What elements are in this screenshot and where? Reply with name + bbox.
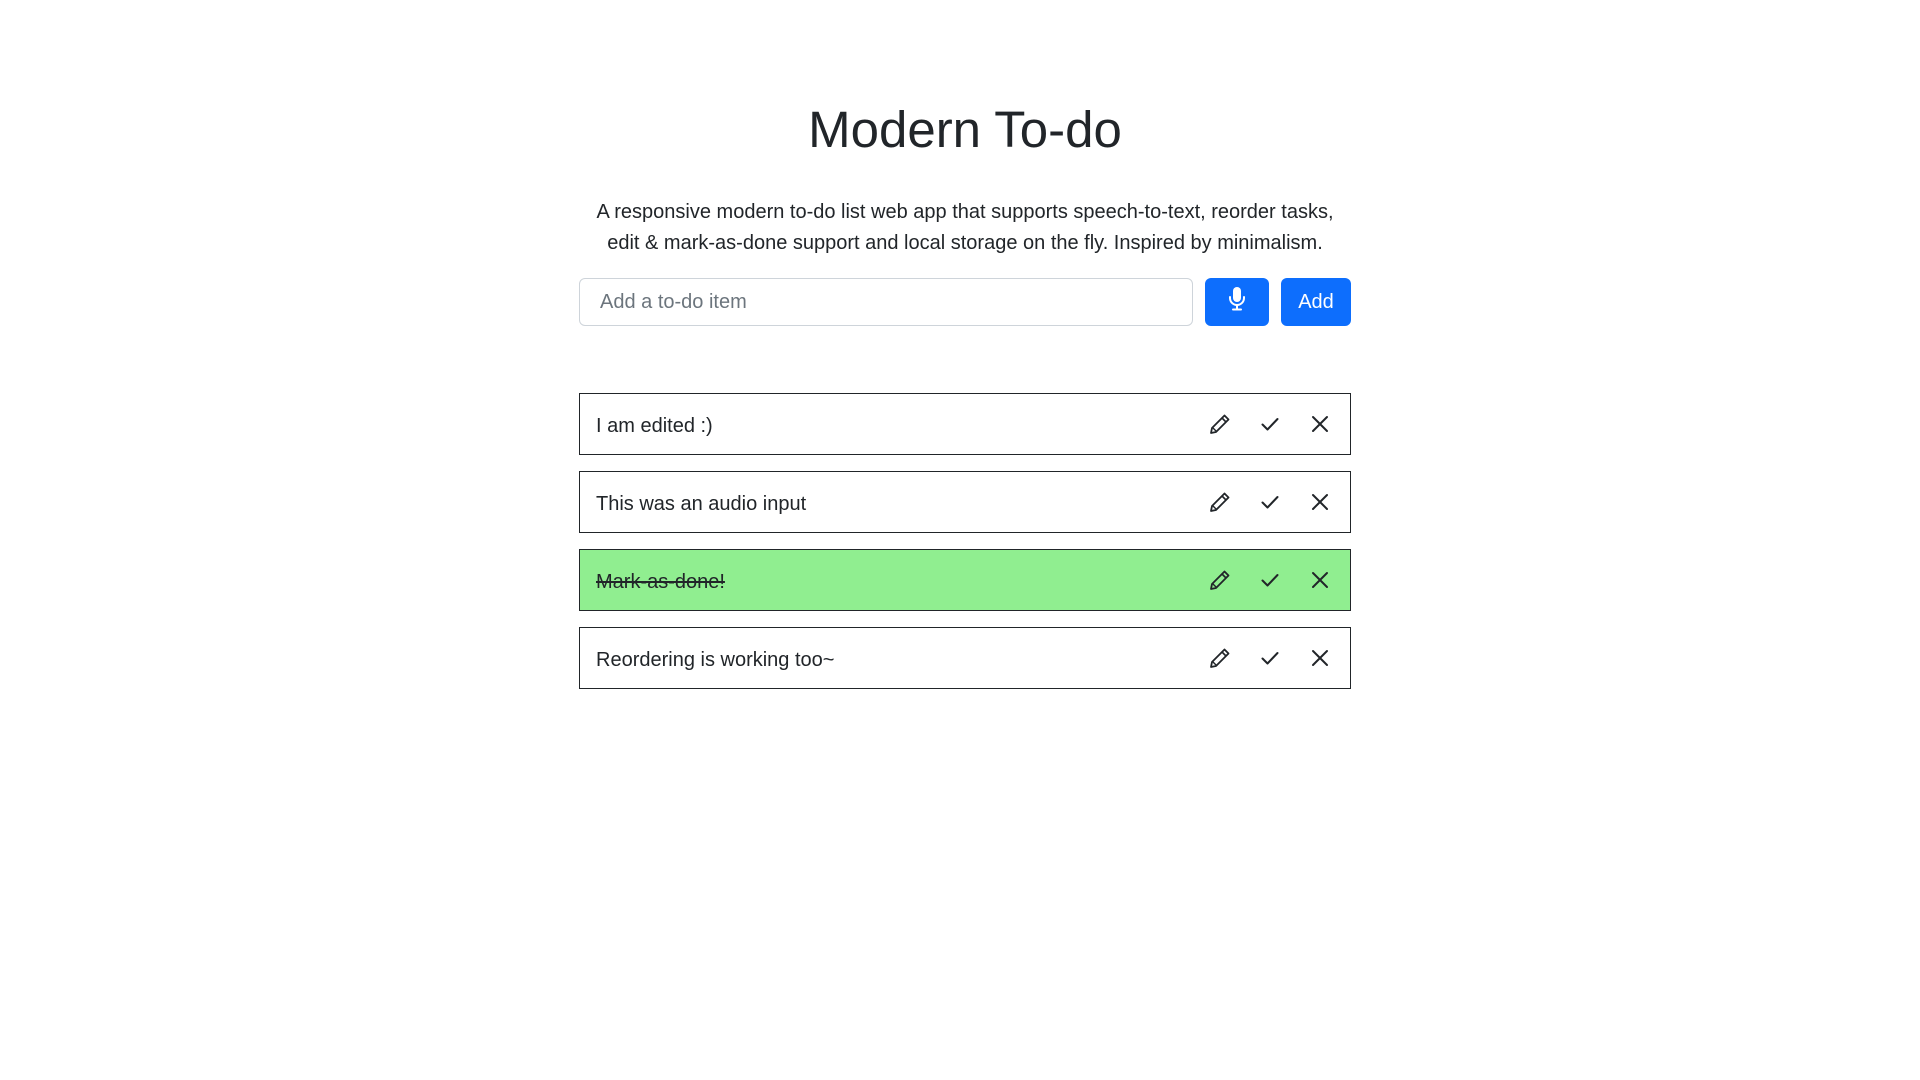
delete-button[interactable] xyxy=(1300,560,1340,600)
page-title: Modern To-do xyxy=(808,101,1122,158)
todo-list: I am edited :) This was an audio input M… xyxy=(579,393,1351,705)
edit-button[interactable] xyxy=(1200,560,1240,600)
todo-text: I am edited :) xyxy=(596,415,713,437)
pencil-icon xyxy=(1209,413,1231,435)
check-icon xyxy=(1260,414,1280,434)
todo-item-1[interactable]: I am edited :) xyxy=(579,393,1351,455)
todo-text: Reordering is working too~ xyxy=(596,649,835,671)
delete-button[interactable] xyxy=(1300,482,1340,522)
todo-text: This was an audio input xyxy=(596,493,807,515)
edit-button[interactable] xyxy=(1200,404,1240,444)
close-icon xyxy=(1311,493,1329,511)
delete-button[interactable] xyxy=(1300,404,1340,444)
todo-actions xyxy=(1200,472,1340,532)
todo-actions xyxy=(1200,394,1340,454)
close-icon xyxy=(1311,571,1329,589)
pencil-icon xyxy=(1209,569,1231,591)
todo-actions xyxy=(1200,628,1340,688)
mark-done-button[interactable] xyxy=(1250,560,1290,600)
check-icon xyxy=(1260,492,1280,512)
todo-actions xyxy=(1200,550,1340,610)
check-icon xyxy=(1260,648,1280,668)
check-icon xyxy=(1260,570,1280,590)
microphone-button[interactable] xyxy=(1205,278,1269,326)
add-todo-form: Add xyxy=(579,278,1351,326)
pencil-icon xyxy=(1209,647,1231,669)
close-icon xyxy=(1311,415,1329,433)
todo-item-2[interactable]: This was an audio input xyxy=(579,471,1351,533)
edit-button[interactable] xyxy=(1200,638,1240,678)
mark-done-button[interactable] xyxy=(1250,404,1290,444)
edit-button[interactable] xyxy=(1200,482,1240,522)
todo-input[interactable] xyxy=(579,278,1193,326)
mark-done-button[interactable] xyxy=(1250,482,1290,522)
todo-item-3[interactable]: Mark-as-done! xyxy=(579,549,1351,611)
close-icon xyxy=(1311,649,1329,667)
mark-done-button[interactable] xyxy=(1250,638,1290,678)
pencil-icon xyxy=(1209,491,1231,513)
delete-button[interactable] xyxy=(1300,638,1340,678)
page-description: A responsive modern to-do list web app t… xyxy=(596,201,1334,254)
microphone-icon xyxy=(1229,287,1245,317)
todo-text: Mark-as-done! xyxy=(596,571,725,593)
todo-item-4[interactable]: Reordering is working too~ xyxy=(579,627,1351,689)
add-button[interactable]: Add xyxy=(1281,278,1351,326)
